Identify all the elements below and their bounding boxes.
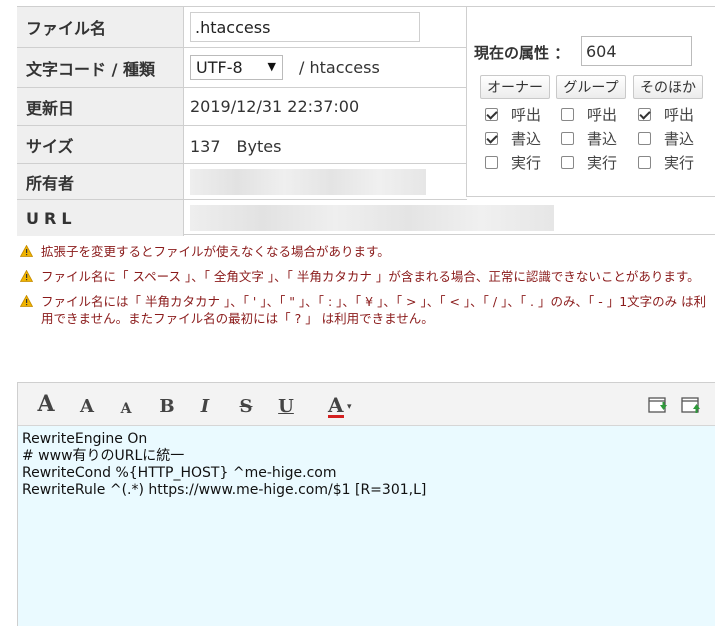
permission-panel: 現在の属性 ： 604 オーナー 呼出 書込 実行 グループ 呼出 書込 実行 …	[466, 6, 715, 197]
chevron-down-icon: ▾	[347, 402, 352, 412]
text-color-icon: A	[328, 393, 344, 417]
filename-label: ファイル名	[17, 7, 184, 47]
url-label: URL	[17, 200, 184, 236]
code-line: # www有りのURLに統一	[22, 448, 185, 464]
code-textarea[interactable]: RewriteEngine On # www有りのURLに統一 RewriteC…	[18, 426, 715, 626]
filename-input[interactable]: .htaccess	[190, 12, 420, 42]
owner-value-redacted	[190, 168, 426, 195]
font-size-small-button[interactable]: A	[114, 393, 138, 417]
editor-toolbar: A A A B I S U A ▾	[18, 383, 715, 426]
size-value: 137 Bytes	[190, 136, 282, 156]
upload-file-icon[interactable]	[681, 397, 701, 415]
warning-item: ファイル名には「 半角カタカナ 」、「 ' 」、「 " 」、「 : 」、「 ¥ …	[17, 293, 715, 327]
group-write-checkbox[interactable]	[561, 131, 574, 145]
owner-exec-checkbox[interactable]	[485, 155, 498, 169]
warning-icon	[20, 245, 33, 257]
size-row: サイズ 137 Bytes	[17, 126, 467, 164]
permission-column-owner: オーナー 呼出 書込 実行	[480, 75, 550, 174]
strikethrough-button[interactable]: S	[234, 393, 258, 417]
updated-label: 更新日	[17, 88, 184, 125]
code-line: RewriteCond %{HTTP_HOST} ^me-hige.com	[22, 465, 337, 481]
text-color-button[interactable]: A ▾	[328, 393, 358, 419]
size-label: サイズ	[17, 126, 184, 163]
updated-row: 更新日 2019/12/31 22:37:00	[17, 88, 467, 126]
code-line: RewriteEngine On	[22, 431, 148, 447]
font-size-medium-button[interactable]: A	[75, 393, 99, 417]
other-write-checkbox[interactable]	[638, 131, 651, 145]
underline-button[interactable]: U	[274, 393, 298, 417]
url-value-redacted	[190, 205, 554, 231]
other-read-checkbox[interactable]	[638, 107, 651, 121]
permission-title: 現在の属性 ：	[474, 44, 570, 62]
owner-button[interactable]: オーナー	[480, 75, 550, 99]
bold-button[interactable]: B	[155, 393, 179, 417]
code-line: RewriteRule ^(.*) https://www.me-hige.co…	[22, 482, 427, 498]
group-button[interactable]: グループ	[556, 75, 626, 99]
code-editor: A A A B I S U A ▾ RewriteEngine On # www…	[17, 382, 715, 626]
owner-read-checkbox[interactable]	[485, 107, 498, 121]
url-row: URL	[17, 200, 715, 236]
download-file-icon[interactable]	[648, 397, 668, 415]
updated-value: 2019/12/31 22:37:00	[190, 97, 360, 116]
text-color-swatch	[328, 415, 344, 418]
file-type-text: / htaccess	[299, 58, 380, 77]
encoding-selected-value: UTF-8	[196, 58, 243, 77]
italic-button[interactable]: I	[193, 393, 217, 417]
warning-icon	[20, 295, 33, 307]
other-button[interactable]: そのほか	[633, 75, 703, 99]
filename-row: ファイル名 .htaccess	[17, 7, 467, 48]
warning-list: 拡張子を変更するとファイルが使えなくなる場合があります。 ファイル名に「 スペー…	[17, 243, 715, 327]
warning-item: 拡張子を変更するとファイルが使えなくなる場合があります。	[17, 243, 715, 260]
chevron-down-icon: ▼	[267, 60, 276, 73]
permission-column-group: グループ 呼出 書込 実行	[556, 75, 626, 174]
group-read-checkbox[interactable]	[561, 107, 574, 121]
encoding-label: 文字コード / 種類	[17, 48, 184, 87]
other-exec-checkbox[interactable]	[638, 155, 651, 169]
owner-row: 所有者	[17, 164, 467, 200]
encoding-select[interactable]: UTF-8 ▼	[190, 55, 283, 80]
permission-column-other: そのほか 呼出 書込 実行	[633, 75, 703, 174]
warning-item: ファイル名に「 スペース 」、「 全角文字 」、「 半角カタカナ 」が含まれる場…	[17, 268, 715, 285]
group-exec-checkbox[interactable]	[561, 155, 574, 169]
permission-input[interactable]: 604	[581, 36, 692, 66]
encoding-row: 文字コード / 種類 UTF-8 ▼ / htaccess	[17, 48, 467, 88]
owner-write-checkbox[interactable]	[485, 131, 498, 145]
owner-label: 所有者	[17, 164, 184, 199]
warning-icon	[20, 270, 33, 282]
font-size-large-button[interactable]: A	[34, 391, 58, 417]
